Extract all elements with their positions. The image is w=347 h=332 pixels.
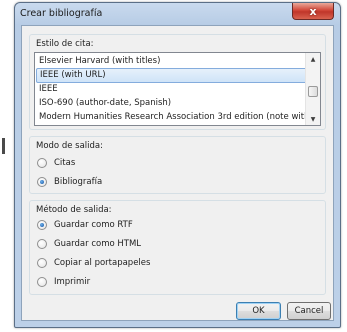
ok-button[interactable]: OK [236,302,281,320]
radio-button[interactable] [37,239,47,249]
output-mode-group: Modo de salida: Citas Bibliografía [29,136,326,194]
radio-button[interactable] [37,258,47,268]
radio-label: Guardar como RTF [54,220,133,230]
list-item[interactable]: Elsevier Harvard (with titles) [36,54,308,69]
radio-label: Guardar como HTML [54,239,142,249]
cancel-button[interactable]: Cancel [287,302,331,320]
radio-button[interactable] [37,277,47,287]
background-mark [2,138,5,154]
citation-style-group: Estilo de cita: Elsevier Harvard (with t… [29,34,326,130]
list-scrollbar[interactable]: ▲ ▼ [305,53,320,125]
radio-citas[interactable]: Citas [37,156,75,170]
radio-label: Citas [54,158,76,168]
output-mode-label: Modo de salida: [36,141,103,151]
citation-style-list[interactable]: Elsevier Harvard (with titles) IEEE (wit… [34,52,321,126]
list-item[interactable]: ISO-690 (author-date, Spanish) [36,96,308,111]
scroll-thumb[interactable] [308,86,318,97]
radio-html[interactable]: Guardar como HTML [37,237,141,251]
output-method-label: Método de salida: [36,205,112,215]
title-bar[interactable]: Crear bibliografía x [15,3,340,25]
dialog-window: Crear bibliografía x Estilo de cita: Els… [14,2,341,328]
radio-print[interactable]: Imprimir [37,275,90,289]
radio-label: Copiar al portapapeles [54,258,151,268]
radio-button-checked[interactable] [37,177,47,187]
close-icon: x [309,4,317,18]
radio-button[interactable] [37,158,47,168]
scroll-up-arrow-icon[interactable]: ▲ [306,53,320,65]
output-method-group: Método de salida: Guardar como RTF Guard… [29,200,326,295]
radio-button-checked[interactable] [37,220,47,230]
list-item-selected[interactable]: IEEE (with URL) [36,68,308,83]
list-item[interactable]: Modern Humanities Research Association 3… [36,110,308,125]
dialog-title: Crear bibliografía [20,8,103,19]
radio-label: Bibliografía [54,177,103,187]
dialog-body: Estilo de cita: Elsevier Harvard (with t… [21,25,334,321]
radio-bibliografia[interactable]: Bibliografía [37,175,102,189]
citation-style-label: Estilo de cita: [36,39,94,49]
scroll-down-arrow-icon[interactable]: ▼ [306,113,320,125]
radio-clipboard[interactable]: Copiar al portapapeles [37,256,150,270]
radio-rtf[interactable]: Guardar como RTF [37,218,133,232]
close-button[interactable]: x [292,3,334,20]
radio-label: Imprimir [54,277,91,287]
list-item[interactable]: IEEE [36,82,308,97]
background-edge [0,0,14,332]
